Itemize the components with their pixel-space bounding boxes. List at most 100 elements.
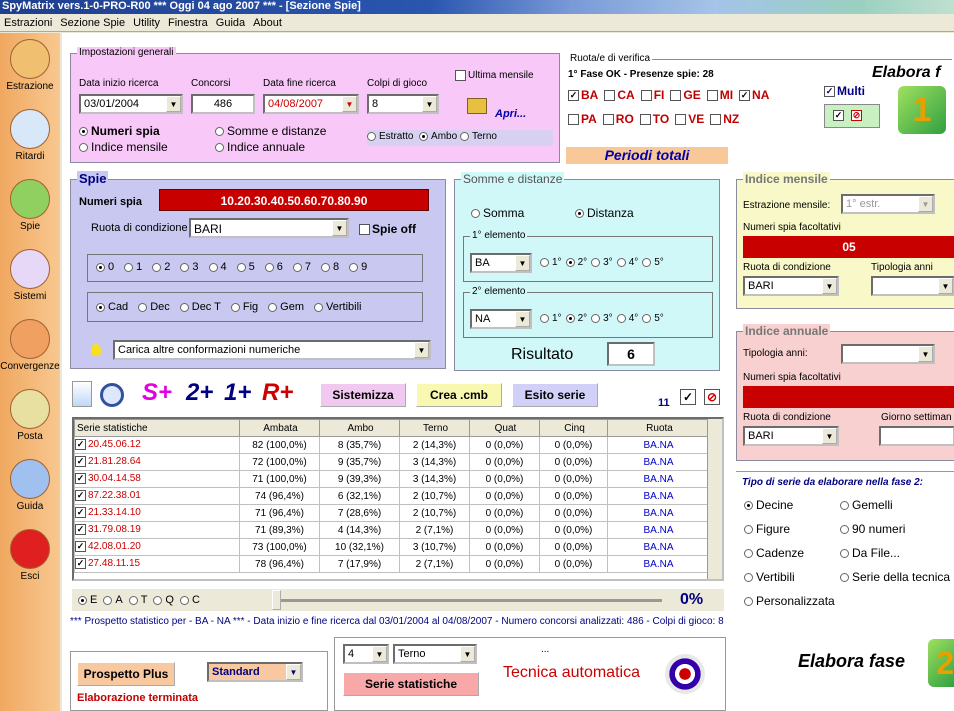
- target-icon[interactable]: [665, 654, 705, 694]
- column-header[interactable]: Terno: [399, 419, 470, 437]
- tipo-radio-4[interactable]: Cadenze: [744, 546, 804, 560]
- colpi-combo[interactable]: 8 ▼: [367, 94, 439, 114]
- chevron-down-icon[interactable]: ▼: [414, 342, 429, 358]
- chevron-down-icon[interactable]: ▼: [822, 278, 837, 294]
- chevron-down-icon[interactable]: ▼: [422, 96, 437, 112]
- type-radio-5[interactable]: Vertibili: [314, 301, 361, 313]
- menu-item-0[interactable]: Estrazioni: [0, 14, 56, 29]
- sidebar-item-6[interactable]: Guida: [0, 459, 60, 512]
- elabora-fase2-button[interactable]: 2: [928, 639, 954, 687]
- sidebar-item-5[interactable]: Posta: [0, 389, 60, 442]
- wheel-checkbox-ro[interactable]: RO: [602, 112, 634, 126]
- chevron-down-icon[interactable]: ▼: [342, 96, 357, 112]
- type-radio-2[interactable]: Dec T: [179, 301, 221, 313]
- row-checkbox[interactable]: ✓: [75, 507, 86, 519]
- sorte-radio-t[interactable]: T: [128, 594, 147, 606]
- standard-combo[interactable]: Standard ▼: [207, 662, 303, 682]
- wheel-checkbox-na[interactable]: ✓ NA: [739, 88, 769, 102]
- position-radio-0[interactable]: 1°: [540, 257, 562, 268]
- position-radio-0[interactable]: 1°: [540, 313, 562, 324]
- position-radio-3[interactable]: 4°: [616, 313, 638, 324]
- position-radio-3[interactable]: 4°: [616, 257, 638, 268]
- cancel-icon[interactable]: ⊘: [704, 389, 720, 405]
- ambo-radio[interactable]: Ambo: [419, 131, 457, 142]
- table-row[interactable]: ✓ 21.33.14.10 71 (96,4%) 7 (28,6%) 2 (10,7%)…: [74, 504, 710, 522]
- row-checkbox[interactable]: ✓: [75, 524, 86, 536]
- position-radio-4[interactable]: 5°: [642, 313, 664, 324]
- chevron-down-icon[interactable]: ▼: [332, 220, 347, 236]
- row-checkbox[interactable]: ✓: [75, 541, 86, 553]
- type-radio-0[interactable]: Cad: [96, 301, 128, 313]
- ruota-condizione-combo[interactable]: BARI ▼: [189, 218, 349, 238]
- magnifier-icon[interactable]: [100, 383, 124, 407]
- type-radio-4[interactable]: Gem: [268, 301, 304, 313]
- chevron-down-icon[interactable]: ▼: [822, 428, 837, 444]
- one-plus-button[interactable]: 1+: [224, 379, 251, 407]
- indice-mensile-radio[interactable]: Indice mensile: [79, 140, 168, 154]
- column-header[interactable]: Cinq: [539, 419, 608, 437]
- r-plus-button[interactable]: R+: [262, 379, 293, 407]
- numeri-spia-radio[interactable]: Numeri spia: [79, 124, 160, 138]
- sorte-radio-a[interactable]: A: [103, 594, 123, 606]
- sidebar-item-0[interactable]: Estrazione: [0, 39, 60, 92]
- digit-radio-2[interactable]: 2: [152, 261, 170, 273]
- periodi-totali-button[interactable]: Periodi totali: [566, 147, 728, 164]
- sidebar-item-2[interactable]: Spie: [0, 179, 60, 232]
- digit-radio-5[interactable]: 5: [236, 261, 255, 273]
- type-radio-1[interactable]: Dec: [138, 301, 170, 313]
- data-inizio-combo[interactable]: 03/01/2004 ▼: [79, 94, 183, 114]
- digit-radio-6[interactable]: 6: [264, 261, 283, 273]
- table-row[interactable]: ✓ 30.04.14.58 71 (100,0%) 9 (39,3%) 3 (14,3%…: [74, 470, 710, 488]
- table-row[interactable]: ✓ 20.45.06.12 82 (100,0%) 8 (35,7%) 2 (14,3%…: [74, 436, 710, 454]
- table-row[interactable]: ✓ 42.08.01.20 73 (100,0%) 10 (32,1%) 3 (10,7…: [74, 538, 710, 556]
- concorsi-input[interactable]: 486: [191, 94, 255, 114]
- elemento1-combo[interactable]: BA ▼: [470, 253, 532, 273]
- ultima-mensile-checkbox[interactable]: Ultima mensile: [455, 70, 534, 81]
- type-radio-3[interactable]: Fig: [230, 301, 258, 313]
- data-fine-combo[interactable]: 04/08/2007 ▼: [263, 94, 359, 114]
- digit-radio-1[interactable]: 1: [124, 261, 142, 273]
- column-header[interactable]: Ambo: [319, 419, 400, 437]
- chevron-down-icon[interactable]: ▼: [938, 278, 953, 294]
- numeri-spia-field[interactable]: 10.20.30.40.50.60.70.80.90: [159, 189, 429, 211]
- wheel-checkbox-pa[interactable]: PA: [568, 112, 597, 126]
- digit-radio-0[interactable]: 0: [96, 261, 114, 273]
- mensile-ruota-combo[interactable]: BARI ▼: [743, 276, 839, 296]
- estr-mensile-combo[interactable]: 1° estr. ▼: [841, 194, 935, 214]
- indice-annuale-radio[interactable]: Indice annuale: [215, 140, 305, 154]
- wheel-checkbox-fi[interactable]: FI: [640, 88, 664, 102]
- folder-icon[interactable]: [467, 98, 487, 114]
- apri-button[interactable]: Apri...: [495, 108, 526, 120]
- esito-serie-button[interactable]: Esito serie: [512, 383, 598, 407]
- ie-icon[interactable]: [72, 381, 92, 407]
- annuale-numeri-field[interactable]: [743, 386, 954, 408]
- wheel-checkbox-ge[interactable]: GE: [670, 88, 701, 102]
- tipo-radio-2[interactable]: Figure: [744, 522, 790, 536]
- tipo-radio-5[interactable]: Da File...: [840, 546, 900, 560]
- sidebar-item-3[interactable]: Sistemi: [0, 249, 60, 302]
- sorte-radio-e[interactable]: E: [78, 594, 97, 606]
- somme-distanze-radio[interactable]: Somme e distanze: [215, 124, 326, 138]
- menu-item-2[interactable]: Utility: [129, 14, 164, 29]
- terno-radio[interactable]: Terno: [459, 131, 497, 142]
- chevron-down-icon[interactable]: ▼: [515, 311, 530, 327]
- s-plus-button[interactable]: S+: [142, 379, 172, 407]
- digit-radio-9[interactable]: 9: [349, 261, 367, 273]
- row-checkbox[interactable]: ✓: [75, 439, 86, 451]
- elemento2-combo[interactable]: NA ▼: [470, 309, 532, 329]
- menu-item-3[interactable]: Finestra: [164, 14, 212, 29]
- chevron-down-icon[interactable]: ▼: [918, 346, 933, 362]
- wheel-checkbox-ve[interactable]: VE: [675, 112, 704, 126]
- sistemizza-button[interactable]: Sistemizza: [320, 383, 406, 407]
- chevron-down-icon[interactable]: ▼: [372, 646, 387, 662]
- menu-item-1[interactable]: Sezione Spie: [56, 14, 129, 29]
- digit-radio-3[interactable]: 3: [180, 261, 199, 273]
- prospetto-plus-button[interactable]: Prospetto Plus: [77, 662, 175, 686]
- estratto-radio[interactable]: Estratto: [367, 131, 413, 142]
- wheel-checkbox-ca[interactable]: CA: [604, 88, 635, 102]
- crea-cmb-button[interactable]: Crea .cmb: [416, 383, 502, 407]
- annuale-ruota-combo[interactable]: BARI ▼: [743, 426, 839, 446]
- wheel-checkbox-ba[interactable]: ✓ BA: [568, 88, 598, 102]
- wheel-checkbox-nz[interactable]: NZ: [710, 112, 739, 126]
- row-checkbox[interactable]: ✓: [75, 473, 86, 485]
